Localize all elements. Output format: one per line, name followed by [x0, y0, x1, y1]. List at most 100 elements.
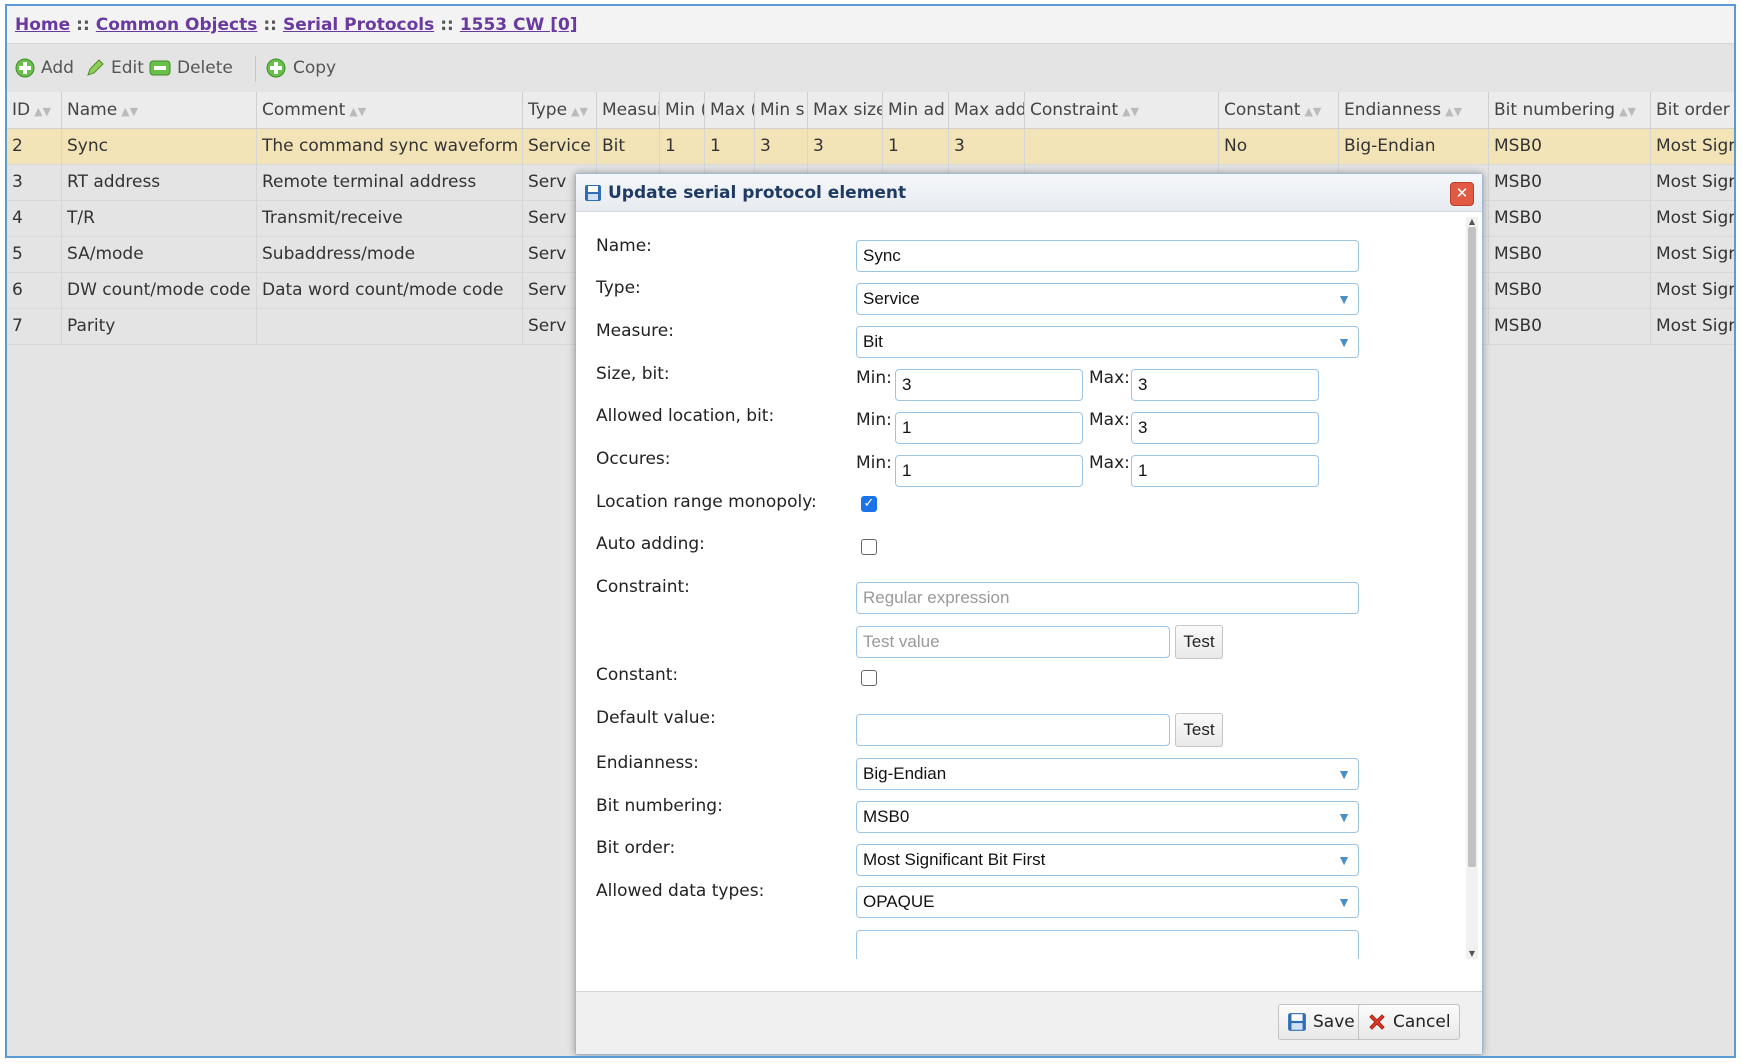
col-header-bit-numbering[interactable]: Bit numbering ▲▼ [1489, 92, 1651, 128]
add-label: Add [41, 58, 74, 78]
next-field-partial [856, 930, 1359, 959]
breadcrumb-common-objects[interactable]: Common Objects [96, 15, 258, 35]
type-label: Type: [596, 278, 641, 298]
test-value-input[interactable]: Test value [856, 626, 1170, 658]
delete-label: Delete [177, 58, 233, 78]
occures-min-input[interactable]: 1 [895, 455, 1083, 487]
scroll-down-icon[interactable]: ▼ [1466, 949, 1478, 959]
constraint-input[interactable]: Regular expression [856, 582, 1359, 614]
constant-checkbox[interactable] [861, 670, 877, 686]
col-header-min-addr[interactable]: Min ad [883, 92, 949, 128]
name-label: Name: [596, 236, 652, 256]
col-header-endianness[interactable]: Endianness ▲▼ [1339, 92, 1489, 128]
col-header-bit-order[interactable]: Bit order [1651, 92, 1734, 128]
cell-id: 2 [7, 129, 62, 164]
col-header-constant[interactable]: Constant ▲▼ [1219, 92, 1339, 128]
chevron-down-icon: ▼ [1337, 809, 1351, 825]
cell-comment: Subaddress/mode [257, 237, 523, 272]
save-button[interactable]: Save [1278, 1004, 1364, 1040]
occures-max-input[interactable]: 1 [1131, 455, 1319, 487]
breadcrumb-home[interactable]: Home [15, 15, 70, 35]
dialog-title: Update serial protocol element [608, 183, 907, 203]
breadcrumb-separator: :: [76, 15, 90, 35]
cell-max-addr: 3 [949, 129, 1025, 164]
edit-button[interactable]: Edit [85, 48, 144, 88]
monopoly-checkbox[interactable]: ✓ [861, 496, 877, 512]
col-header-type[interactable]: Type ▲▼ [523, 92, 597, 128]
endianness-select[interactable]: Big-Endian ▼ [856, 758, 1359, 790]
dialog-titlebar[interactable]: Update serial protocol element ✕ [576, 174, 1482, 212]
size-max-input[interactable]: 3 [1131, 369, 1319, 401]
cell-bit-numbering: MSB0 [1489, 129, 1651, 164]
scroll-up-icon[interactable]: ▲ [1466, 217, 1478, 227]
location-max-label: Max: [1089, 410, 1130, 430]
col-header-max-addr[interactable]: Max add [949, 92, 1025, 128]
bit-numbering-label: Bit numbering: [596, 796, 723, 816]
cell-comment: Remote terminal address [257, 165, 523, 200]
location-max-input[interactable]: 3 [1131, 412, 1319, 444]
measure-label: Measure: [596, 321, 674, 341]
chevron-down-icon: ▼ [1337, 291, 1351, 307]
col-header-max-occ[interactable]: Max ( [705, 92, 755, 128]
delete-button[interactable]: Delete [149, 48, 233, 88]
chevron-down-icon: ▼ [1337, 334, 1351, 350]
chevron-down-icon: ▼ [1337, 852, 1351, 868]
cell-bit-order: Most Sigr [1651, 165, 1734, 200]
add-button[interactable]: Add [15, 48, 74, 88]
col-header-id[interactable]: ID ▲▼ [7, 92, 62, 128]
dialog-footer: Save Cancel [576, 991, 1482, 1054]
auto-adding-checkbox[interactable] [861, 539, 877, 555]
breadcrumb-serial-protocols[interactable]: Serial Protocols [283, 15, 434, 35]
cell-min-addr: 1 [883, 129, 949, 164]
bit-order-select[interactable]: Most Significant Bit First ▼ [856, 844, 1359, 876]
chevron-down-icon: ▼ [1337, 766, 1351, 782]
cell-bit-order: Most Sigr [1651, 237, 1734, 272]
type-select[interactable]: Service ▼ [856, 283, 1359, 315]
endianness-label: Endianness: [596, 753, 699, 773]
cell-comment: The command sync waveform [257, 129, 523, 164]
col-header-max-size[interactable]: Max size [808, 92, 883, 128]
cell-constant: No [1219, 129, 1339, 164]
occures-label: Occures: [596, 449, 671, 469]
update-element-dialog: Update serial protocol element ✕ Name: S… [575, 173, 1483, 1055]
cell-bit-order: Most Sigr [1651, 273, 1734, 308]
occures-max-label: Max: [1089, 453, 1130, 473]
cell-bit-numbering: MSB0 [1489, 201, 1651, 236]
col-header-min-occ[interactable]: Min ( [660, 92, 705, 128]
name-input[interactable]: Sync [856, 240, 1359, 272]
test-constraint-button[interactable]: Test [1175, 625, 1223, 659]
location-min-label: Min: [856, 410, 892, 430]
save-label: Save [1313, 1012, 1355, 1032]
cell-id: 5 [7, 237, 62, 272]
default-value-input[interactable] [856, 714, 1170, 746]
col-header-constraint[interactable]: Constraint ▲▼ [1025, 92, 1219, 128]
cell-id: 7 [7, 309, 62, 344]
bit-numbering-select[interactable]: MSB0 ▼ [856, 801, 1359, 833]
cell-name: Sync [62, 129, 257, 164]
edit-label: Edit [111, 58, 144, 78]
location-min-input[interactable]: 1 [895, 412, 1083, 444]
col-header-comment[interactable]: Comment ▲▼ [257, 92, 523, 128]
cell-min-size: 3 [755, 129, 808, 164]
dialog-scrollbar[interactable]: ▲ ▼ [1466, 217, 1478, 959]
data-types-select[interactable]: OPAQUE ▼ [856, 886, 1359, 918]
close-icon[interactable]: ✕ [1450, 182, 1474, 206]
cell-id: 4 [7, 201, 62, 236]
scrollbar-thumb[interactable] [1468, 227, 1476, 867]
measure-select[interactable]: Bit ▼ [856, 326, 1359, 358]
copy-button[interactable]: Copy [265, 48, 336, 88]
size-min-input[interactable]: 3 [895, 369, 1083, 401]
cell-name: DW count/mode code [62, 273, 257, 308]
cell-bit-numbering: MSB0 [1489, 237, 1651, 272]
toolbar: Add Edit Delete Copy [7, 48, 1734, 90]
col-header-name[interactable]: Name ▲▼ [62, 92, 257, 128]
col-header-min-size[interactable]: Min s [755, 92, 808, 128]
breadcrumb-current[interactable]: 1553 CW [0] [460, 15, 578, 35]
cell-name: SA/mode [62, 237, 257, 272]
table-row[interactable]: 2 Sync The command sync waveform Service Bit… [7, 129, 1734, 165]
col-header-measure[interactable]: Measui [597, 92, 660, 128]
cell-bit-order: Most Sigr [1651, 201, 1734, 236]
occures-min-label: Min: [856, 453, 892, 473]
cancel-button[interactable]: Cancel [1358, 1004, 1460, 1040]
test-default-button[interactable]: Test [1175, 713, 1223, 747]
